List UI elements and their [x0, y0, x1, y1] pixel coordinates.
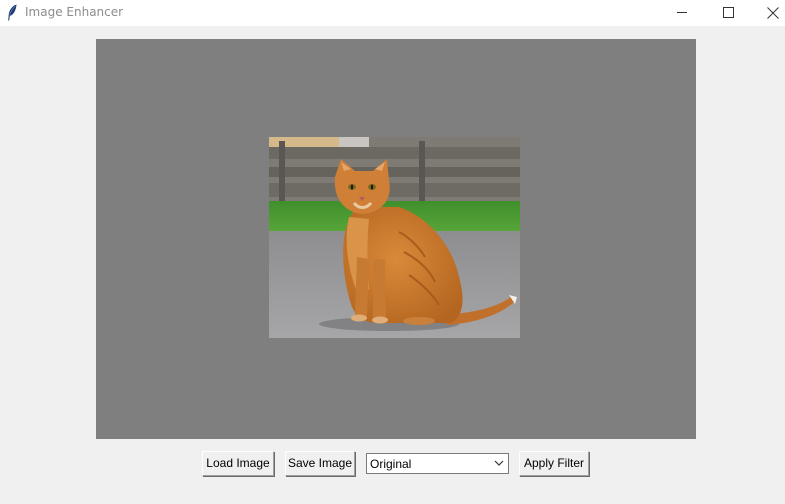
- apply-filter-button[interactable]: Apply Filter: [519, 451, 589, 476]
- minimize-button[interactable]: [659, 0, 705, 26]
- cat-photo: [269, 137, 520, 338]
- load-image-button[interactable]: Load Image: [202, 451, 274, 476]
- save-image-button[interactable]: Save Image: [285, 451, 355, 476]
- title-bar[interactable]: Image Enhancer: [0, 0, 785, 26]
- image-canvas: [96, 39, 696, 439]
- maximize-button[interactable]: [705, 0, 751, 26]
- filter-select[interactable]: Original: [366, 453, 509, 474]
- chevron-down-icon[interactable]: [494, 460, 504, 467]
- minimize-icon: [677, 12, 687, 13]
- feather-icon: [8, 4, 17, 21]
- app-window: Image Enhancer Load Image Save Image Ori…: [0, 0, 785, 504]
- close-button[interactable]: [750, 0, 785, 26]
- close-icon: [767, 7, 779, 19]
- window-title: Image Enhancer: [25, 5, 124, 19]
- maximize-icon: [723, 7, 734, 18]
- filter-select-value: Original: [370, 457, 412, 471]
